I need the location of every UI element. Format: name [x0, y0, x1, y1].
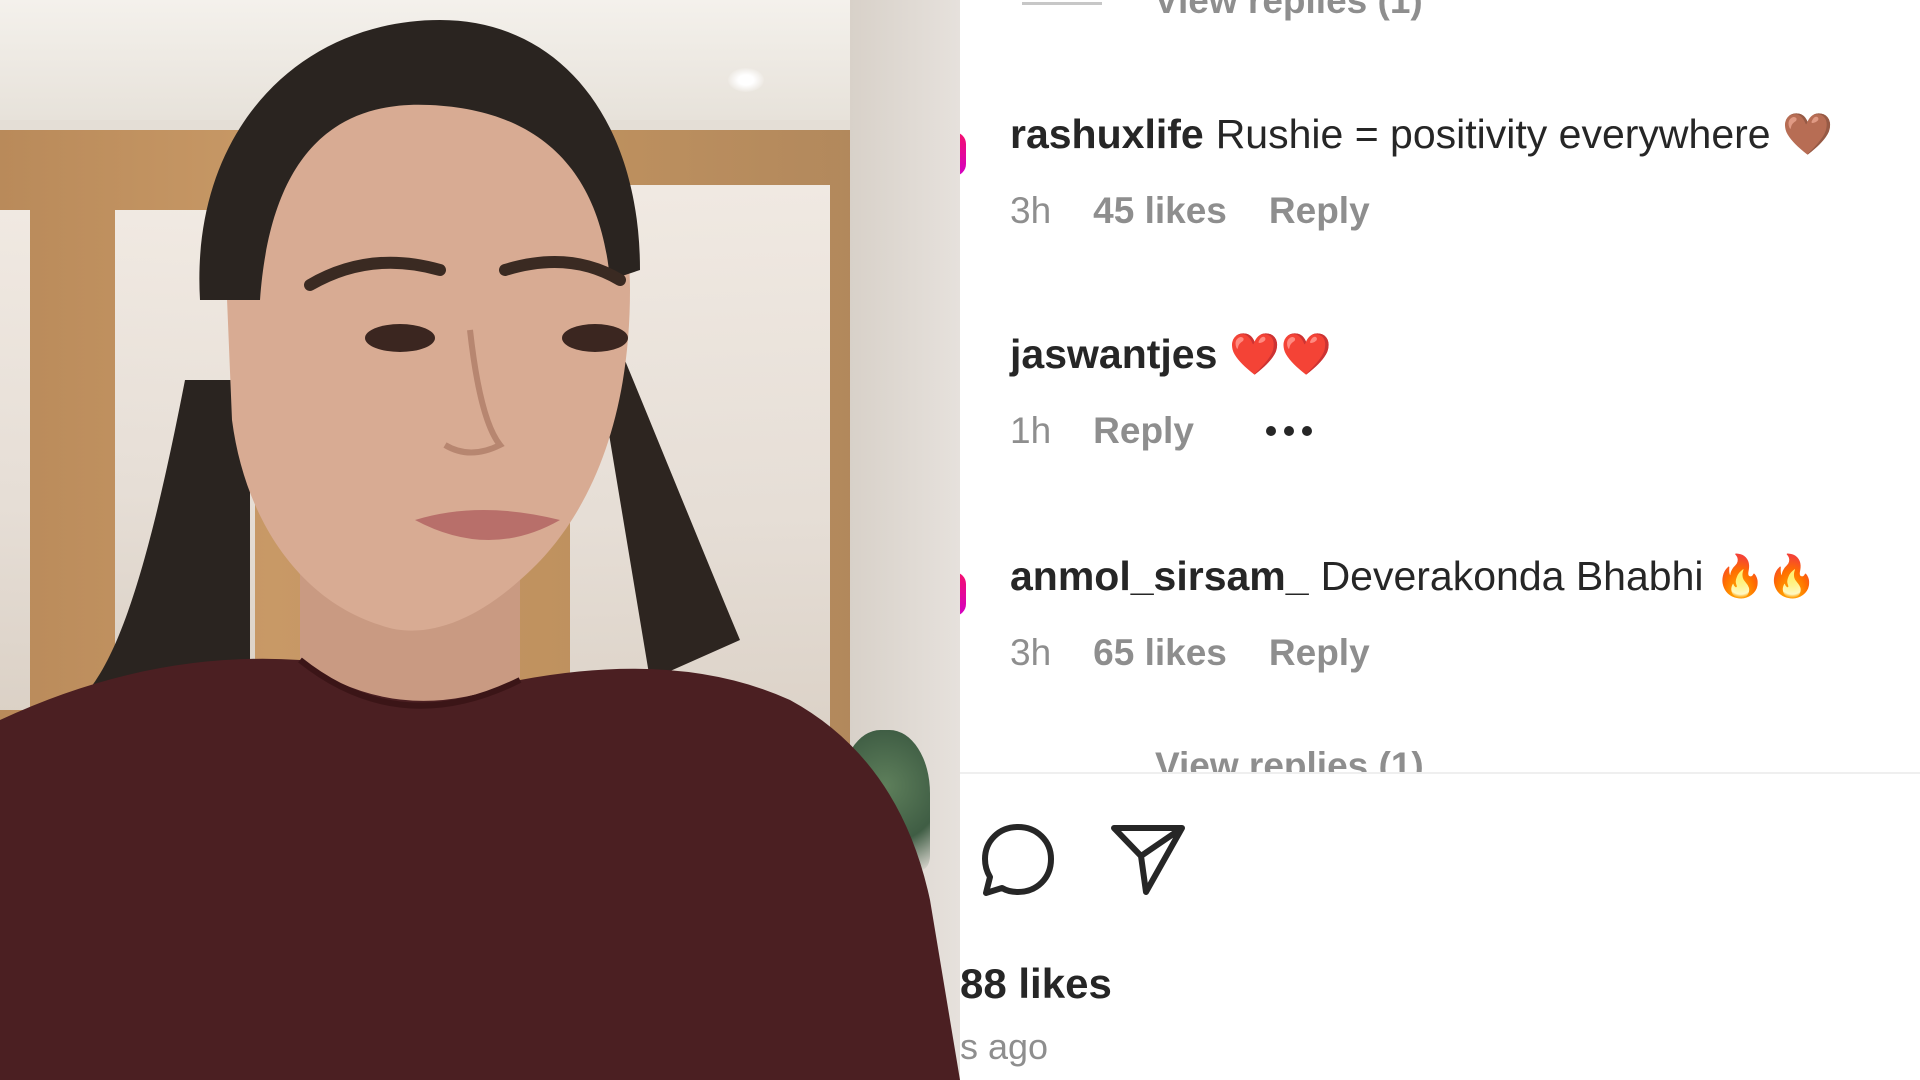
- comment-text-line: jaswantjes ❤️❤️: [1010, 330, 1910, 378]
- comment-time: 1h: [1010, 410, 1052, 451]
- avatar[interactable]: [960, 132, 966, 176]
- comment-username[interactable]: anmol_sirsam_: [1010, 553, 1309, 599]
- comment-meta: 1h Reply: [1010, 410, 1910, 452]
- share-icon[interactable]: [1108, 822, 1188, 898]
- comment-meta: 3h 45 likes Reply: [1010, 190, 1910, 232]
- comment-icon[interactable]: [980, 822, 1056, 898]
- comment-time: 3h: [1010, 190, 1052, 231]
- comment-time: 3h: [1010, 632, 1052, 673]
- comment-text-line: rashuxlife Rushie = positivity everywhere…: [1010, 110, 1910, 158]
- view-replies-label: View replies (1): [1154, 0, 1423, 21]
- reply-button[interactable]: Reply: [1269, 190, 1370, 232]
- comment-text-line: anmol_sirsam_ Deverakonda Bhabhi 🔥🔥: [1010, 552, 1910, 600]
- view-replies-button[interactable]: View replies (1): [1022, 0, 1423, 22]
- comment-likes[interactable]: 45 likes: [1093, 190, 1227, 232]
- comment-text: Deverakonda Bhabhi: [1320, 553, 1704, 599]
- view-replies-button[interactable]: View replies (1): [1155, 745, 1424, 772]
- reply-button[interactable]: Reply: [1093, 410, 1194, 452]
- fire-emoji: 🔥🔥: [1714, 553, 1818, 599]
- reply-button[interactable]: Reply: [1269, 632, 1370, 674]
- replies-dash: [1022, 1, 1102, 5]
- comment-username[interactable]: jaswantjes: [1010, 331, 1217, 377]
- comments-panel: View replies (1) rashuxlife Rushie = posi…: [960, 0, 1920, 1080]
- divider: [960, 772, 1920, 774]
- person-in-video: [0, 20, 960, 1080]
- comment-meta: 3h 65 likes Reply: [1010, 632, 1910, 674]
- avatar[interactable]: [960, 572, 966, 616]
- comment-likes[interactable]: 65 likes: [1093, 632, 1227, 674]
- view-replies-clip: View replies (1): [960, 745, 1920, 772]
- comment-text: Rushie = positivity everywhere: [1215, 111, 1771, 157]
- post-time-ago: s ago: [960, 1026, 1049, 1067]
- comment-item: anmol_sirsam_ Deverakonda Bhabhi 🔥🔥 3h 65…: [1010, 552, 1910, 674]
- brown-heart-emoji: 🤎: [1782, 111, 1834, 157]
- view-replies-label: View replies (1): [1155, 745, 1424, 772]
- shirt: [0, 658, 960, 1080]
- video-player[interactable]: [0, 0, 960, 1080]
- hair: [80, 380, 250, 700]
- red-heart-emoji: ❤️❤️: [1229, 331, 1332, 377]
- more-options-icon[interactable]: [1265, 426, 1312, 436]
- comment-item: rashuxlife Rushie = positivity everywhere…: [1010, 110, 1910, 232]
- comment-item: jaswantjes ❤️❤️ 1h Reply: [1010, 330, 1910, 452]
- post-likes-count[interactable]: 88 likes: [960, 960, 1112, 1008]
- comment-username[interactable]: rashuxlife: [1010, 111, 1204, 157]
